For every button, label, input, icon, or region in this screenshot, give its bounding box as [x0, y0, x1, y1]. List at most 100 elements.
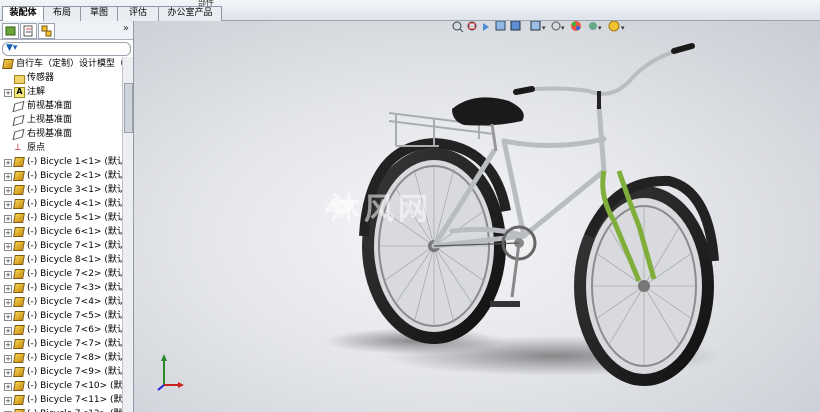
expand-toggle-icon[interactable]: + — [4, 327, 12, 335]
tree-item[interactable]: + (-) Bicycle 7<9> (默认< — [0, 365, 122, 379]
filter-icon[interactable]: ▼▾ — [6, 43, 17, 53]
tree-item-label: (-) Bicycle 7<8> (默认< — [27, 353, 122, 363]
expand-toggle-icon[interactable]: + — [4, 313, 12, 321]
tree-item[interactable]: + (-) Bicycle 5<1> (默认< — [0, 211, 122, 225]
property-manager-tab[interactable] — [20, 23, 37, 39]
tree-item-label: (-) Bicycle 1<1> (默认< — [27, 157, 122, 167]
tree-item-label: (-) Bicycle 6<1> (默认< — [27, 227, 122, 237]
property-icon — [23, 25, 33, 37]
tree-scrollbar[interactable] — [122, 57, 133, 412]
origin-icon: ⊥ — [14, 143, 22, 153]
expand-toggle-icon[interactable]: + — [4, 285, 12, 293]
tree-item[interactable]: + (-) Bicycle 3<1> (默认< — [0, 183, 122, 197]
tree-item[interactable]: + (-) Bicycle 7<11> (默认 — [0, 393, 122, 407]
expand-toggle-icon[interactable]: + — [4, 383, 12, 391]
tab-evaluate[interactable]: 评估 — [117, 6, 159, 21]
tree-item[interactable]: + (-) Bicycle 1<1> (默认< — [0, 155, 122, 169]
tree-item[interactable]: 右视基准面 — [0, 127, 122, 141]
tree-item[interactable]: + (-) Bicycle 8<1> (默认< — [0, 253, 122, 267]
scrollbar-thumb[interactable] — [124, 83, 133, 133]
tree-item-label: 注解 — [27, 87, 46, 97]
tree-item-label: (-) Bicycle 2<1> (默认< — [27, 171, 122, 181]
part-icon — [13, 185, 25, 195]
tree-item-label: (-) Bicycle 7<2> (默认< — [27, 269, 122, 279]
expand-toggle-icon[interactable]: + — [4, 397, 12, 405]
tree-item-label: 右视基准面 — [27, 129, 73, 139]
tab-assembly[interactable]: 装配体 — [2, 6, 44, 22]
tree-item[interactable]: 传感器 — [0, 71, 122, 85]
expand-toggle-icon[interactable]: + — [4, 173, 12, 181]
expand-toggle-icon[interactable]: + — [4, 159, 12, 167]
tree-item[interactable]: + (-) Bicycle 6<1> (默认< — [0, 225, 122, 239]
tree-item[interactable]: + (-) Bicycle 7<1> (默认< — [0, 239, 122, 253]
part-icon — [13, 171, 25, 181]
part-icon — [13, 213, 25, 223]
expand-toggle-icon[interactable]: + — [4, 369, 12, 377]
tab-sketch[interactable]: 草图 — [80, 6, 118, 21]
expand-toggle-icon[interactable]: + — [4, 201, 12, 209]
expand-toggle-icon[interactable]: + — [4, 89, 12, 97]
tree-item-label: (-) Bicycle 5<1> (默认< — [27, 213, 122, 223]
feature-tree: 自行车（定制）设计模型（默 传感器 + A 注解 前视基准面 上视基准面 右视基准面 ⊥ 原点 +(… — [0, 57, 122, 412]
tree-item[interactable]: + (-) Bicycle 7<2> (默认< — [0, 267, 122, 281]
tree-item[interactable]: 自行车（定制）设计模型（默 — [0, 57, 122, 71]
tree-item[interactable]: + (-) Bicycle 4<1> (默认< — [0, 197, 122, 211]
tree-item-label: 传感器 — [27, 73, 55, 83]
tree-item-label: 前视基准面 — [27, 101, 73, 111]
part-icon — [13, 227, 25, 237]
tree-item[interactable]: +(-) Bicycle 7<12> (默认 — [0, 407, 122, 412]
feature-manager-panel: » ▼▾ 自行车（定制）设计模型（默传感器 + A 注解前视基准面上视基准面右视基准面… — [0, 21, 134, 412]
tree-item-label: (-) Bicycle 7<7> (默认< — [27, 339, 122, 349]
part-icon — [13, 339, 25, 349]
plane-icon — [12, 128, 25, 141]
tree-item[interactable]: ⊥ 原点 — [0, 141, 122, 155]
expand-toggle-icon[interactable]: + — [4, 229, 12, 237]
tree-item[interactable]: + A 注解 — [0, 85, 122, 99]
part-icon — [13, 199, 25, 209]
feature-manager-tab[interactable] — [2, 23, 19, 39]
tree-item-label: (-) Bicycle 8<1> (默认< — [27, 255, 122, 265]
tree-item-label: (-) Bicycle 4<1> (默认< — [27, 199, 122, 209]
expand-toggle-icon[interactable]: + — [4, 341, 12, 349]
tree-item-label: 原点 — [27, 143, 46, 153]
tree-item-label: (-) Bicycle 7<5> (默认< — [27, 311, 122, 321]
tree-item[interactable]: + (-) Bicycle 7<7> (默认< — [0, 337, 122, 351]
tree-item[interactable]: + (-) Bicycle 7<8> (默认< — [0, 351, 122, 365]
expand-toggle-icon[interactable]: + — [4, 215, 12, 223]
configuration-manager-tab[interactable] — [38, 23, 55, 39]
tree-item[interactable]: 上视基准面 — [0, 113, 122, 127]
tree-filter[interactable]: ▼▾ — [2, 42, 131, 56]
expand-toggle-icon[interactable]: + — [4, 271, 12, 279]
tree-item-label: (-) Bicycle 7<4> (默认< — [27, 297, 122, 307]
part-icon — [13, 367, 25, 377]
tab-office-products[interactable]: 办公室产品 — [158, 6, 222, 21]
part-icon — [13, 283, 25, 293]
tree-item[interactable]: 前视基准面 — [0, 99, 122, 113]
part-icon — [13, 157, 25, 167]
tree-item[interactable]: + (-) Bicycle 7<6> (默认< — [0, 323, 122, 337]
tree-item-label: (-) Bicycle 7<10> (默认 — [27, 381, 122, 391]
feature-tree-icon — [5, 26, 16, 36]
expand-toggle-icon[interactable]: + — [4, 187, 12, 195]
tree-item[interactable]: + (-) Bicycle 7<5> (默认< — [0, 309, 122, 323]
tree-item[interactable]: + (-) Bicycle 2<1> (默认< — [0, 169, 122, 183]
panel-expand-button[interactable]: » — [123, 23, 129, 34]
graphics-area[interactable]: ▾ ▾ ▾ ▾ 沐风网 — [134, 21, 820, 412]
configuration-icon — [41, 25, 52, 37]
expand-toggle-icon[interactable]: + — [4, 299, 12, 307]
reference-triad-icon — [157, 354, 184, 391]
part-icon — [13, 297, 25, 307]
expand-toggle-icon[interactable]: + — [4, 243, 12, 251]
expand-toggle-icon[interactable]: + — [4, 355, 12, 363]
part-icon — [13, 255, 25, 265]
tree-item-label: 上视基准面 — [27, 115, 73, 125]
tab-layout[interactable]: 布局 — [43, 6, 81, 21]
tree-item[interactable]: + (-) Bicycle 7<4> (默认< — [0, 295, 122, 309]
expand-toggle-icon[interactable]: + — [4, 257, 12, 265]
tree-item[interactable]: + (-) Bicycle 7<3> (默认< — [0, 281, 122, 295]
tree-item-label: (-) Bicycle 7<6> (默认< — [27, 325, 122, 335]
tree-item[interactable]: + (-) Bicycle 7<10> (默认 — [0, 379, 122, 393]
handlebar — [518, 46, 687, 96]
bicycle-model — [324, 43, 724, 386]
pedal — [490, 301, 520, 307]
